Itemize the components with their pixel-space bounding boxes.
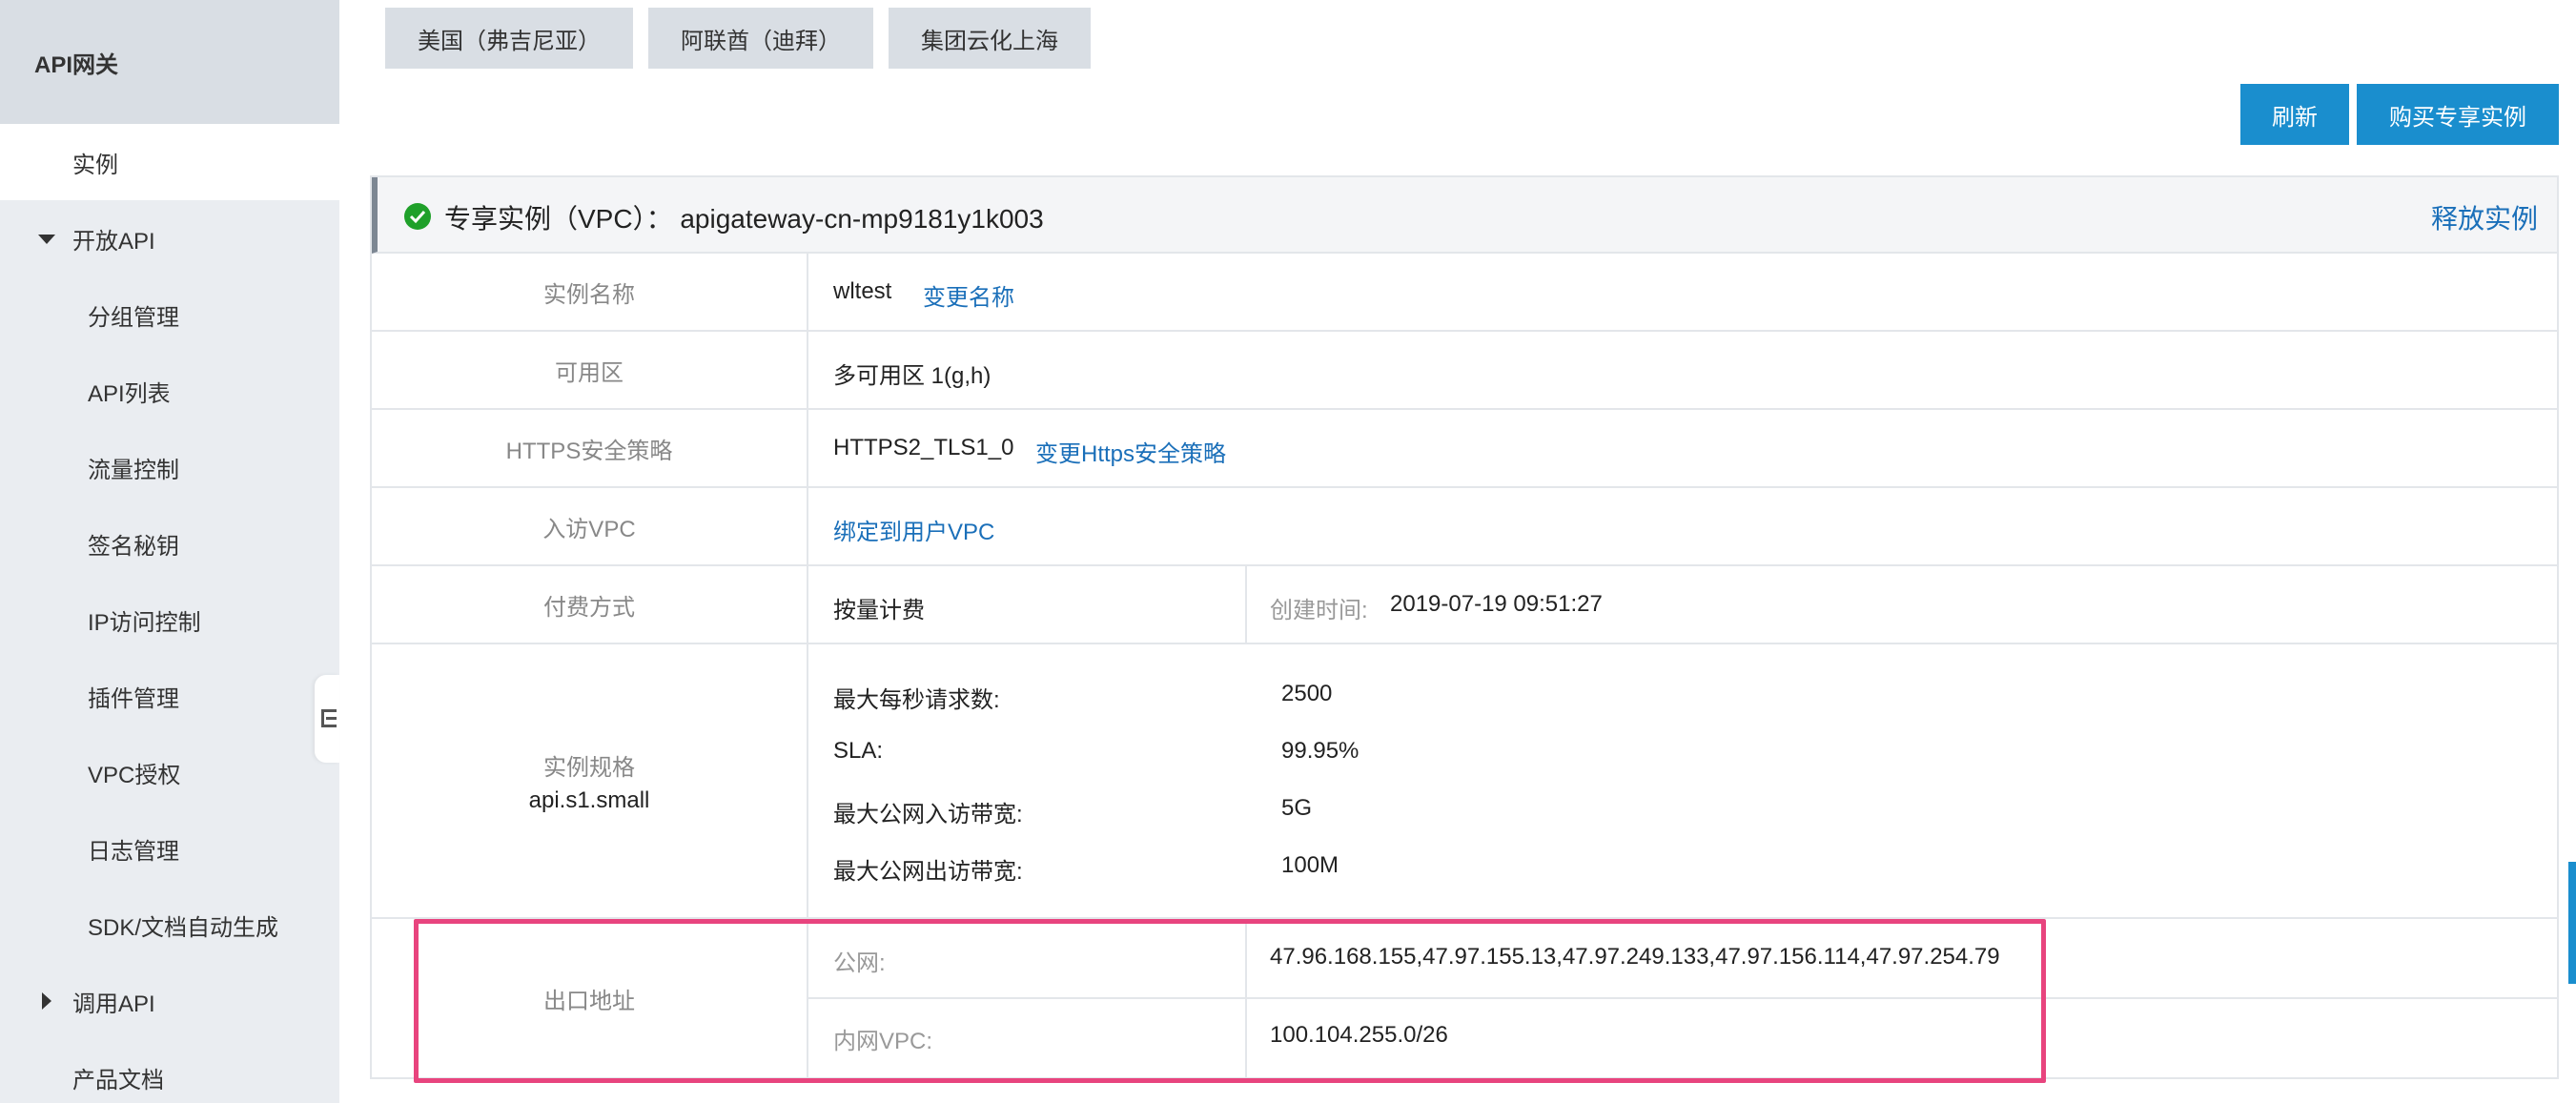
panel-header: 专享实例（VPC）： apigateway-cn-mp9181y1k003 释放… xyxy=(372,177,2557,254)
created-time-value: 2019-07-19 09:51:27 xyxy=(1390,591,1603,617)
instance-spec-value: api.s1.small xyxy=(528,786,650,813)
sidebar-group-open-api[interactable]: 开放API xyxy=(0,200,339,276)
sidebar-title: API网关 xyxy=(0,0,339,124)
change-https-policy-link[interactable]: 变更Https安全策略 xyxy=(1035,435,1226,468)
sidebar-item-instance[interactable]: 实例 xyxy=(0,124,339,200)
label-https-policy: HTTPS安全策略 xyxy=(372,410,808,486)
row-egress-address: 出口地址 公网: 47.96.168.155,47.97.155.13,47.9… xyxy=(372,919,2557,1077)
label-instance-name: 实例名称 xyxy=(372,254,808,330)
sidebar: API网关 实例 开放API 分组管理 API列表 流量控制 签名秘钥 IP访问… xyxy=(0,0,339,1103)
sidebar-item-label: IP访问控制 xyxy=(88,609,201,636)
instance-spec-label: 实例规格 xyxy=(543,754,635,781)
zone-value: 多可用区 1(g,h) xyxy=(833,363,992,389)
sidebar-item-vpc-authorization[interactable]: VPC授权 xyxy=(0,734,339,810)
collapse-icon xyxy=(321,709,337,727)
spec-value: 2500 xyxy=(1281,681,1333,706)
caret-down-icon xyxy=(38,235,55,244)
sidebar-item-label: 插件管理 xyxy=(88,685,179,712)
buy-instance-button[interactable]: 购买专享实例 xyxy=(2357,84,2559,145)
label-inbound-vpc: 入访VPC xyxy=(372,488,808,564)
sidebar-item-label: 分组管理 xyxy=(88,304,179,331)
region-tab-uae-dubai[interactable]: 阿联酋（迪拜） xyxy=(648,8,873,69)
success-check-icon xyxy=(404,203,431,230)
sidebar-item-group-management[interactable]: 分组管理 xyxy=(0,276,339,353)
billing-value: 按量计费 xyxy=(833,598,925,623)
scrollbar-thumb[interactable] xyxy=(2568,862,2576,984)
sidebar-item-label: 产品文档 xyxy=(72,1067,164,1093)
spec-key: SLA: xyxy=(833,738,884,764)
spec-value: 100M xyxy=(1281,852,1339,878)
sidebar-item-product-docs[interactable]: 产品文档 xyxy=(0,1039,339,1103)
rename-link[interactable]: 变更名称 xyxy=(923,278,1014,312)
spec-value: 5G xyxy=(1281,795,1313,821)
bind-user-vpc-link[interactable]: 绑定到用户VPC xyxy=(833,513,994,546)
label-billing: 付费方式 xyxy=(372,566,808,643)
spec-key: 最大每秒请求数: xyxy=(833,687,1000,713)
spec-value: 99.95% xyxy=(1281,738,1360,764)
sidebar-item-label: 实例 xyxy=(72,152,118,178)
spec-key: 最大公网出访带宽: xyxy=(833,859,1023,885)
https-policy-value: HTTPS2_TLS1_0 xyxy=(833,435,1014,460)
caret-right-icon xyxy=(42,992,51,1010)
sidebar-collapse-handle[interactable] xyxy=(315,675,339,763)
region-tab-shanghai[interactable]: 集团云化上海 xyxy=(889,8,1091,69)
instance-title: 专享实例（VPC）： apigateway-cn-mp9181y1k003 xyxy=(444,204,1044,234)
internal-vpc-value: 100.104.255.0/26 xyxy=(1270,1022,1448,1048)
sidebar-group-call-api[interactable]: 调用API xyxy=(0,963,339,1039)
row-billing: 付费方式 按量计费 创建时间: 2019-07-19 09:51:27 xyxy=(372,566,2557,644)
row-instance-spec: 实例规格 api.s1.small 最大每秒请求数: 2500 SLA: 99.… xyxy=(372,644,2557,919)
internal-vpc-label: 内网VPC: xyxy=(833,1029,933,1054)
divider xyxy=(1245,566,1247,643)
spec-key: 最大公网入访带宽: xyxy=(833,802,1023,827)
sidebar-item-label: SDK/文档自动生成 xyxy=(88,914,279,941)
sidebar-item-traffic-control[interactable]: 流量控制 xyxy=(0,429,339,505)
divider xyxy=(808,997,2557,999)
row-https-policy: HTTPS安全策略 HTTPS2_TLS1_0 变更Https安全策略 xyxy=(372,410,2557,488)
label-instance-spec: 实例规格 api.s1.small xyxy=(372,644,808,917)
label-egress-address: 出口地址 xyxy=(372,919,808,1077)
row-inbound-vpc: 入访VPC 绑定到用户VPC xyxy=(372,488,2557,566)
row-instance-name: 实例名称 wltest 变更名称 xyxy=(372,254,2557,332)
sidebar-item-ip-access-control[interactable]: IP访问控制 xyxy=(0,582,339,658)
row-zone: 可用区 多可用区 1(g,h) xyxy=(372,332,2557,410)
refresh-button[interactable]: 刷新 xyxy=(2240,84,2349,145)
release-instance-link[interactable]: 释放实例 xyxy=(2431,198,2538,236)
sidebar-item-label: 签名秘钥 xyxy=(88,533,179,560)
sidebar-item-api-list[interactable]: API列表 xyxy=(0,353,339,429)
sidebar-item-label: 开放API xyxy=(72,228,155,255)
sidebar-item-sdk-docs[interactable]: SDK/文档自动生成 xyxy=(0,887,339,963)
sidebar-item-label: 调用API xyxy=(72,991,155,1017)
region-tab-us-virginia[interactable]: 美国（弗吉尼亚） xyxy=(385,8,633,69)
sidebar-item-signature-keys[interactable]: 签名秘钥 xyxy=(0,505,339,582)
sidebar-item-plugin-management[interactable]: 插件管理 xyxy=(0,658,339,734)
label-zone: 可用区 xyxy=(372,332,808,408)
public-ip-value: 47.96.168.155,47.97.155.13,47.97.249.133… xyxy=(1270,944,2000,970)
sidebar-item-label: 日志管理 xyxy=(88,838,179,865)
instance-panel: 专享实例（VPC）： apigateway-cn-mp9181y1k003 释放… xyxy=(370,175,2559,1079)
sidebar-item-log-management[interactable]: 日志管理 xyxy=(0,810,339,887)
sidebar-item-label: API列表 xyxy=(88,380,171,407)
sidebar-item-label: VPC授权 xyxy=(88,762,181,788)
sidebar-item-label: 流量控制 xyxy=(88,457,179,483)
instance-name-value: wltest xyxy=(833,278,892,304)
public-ip-label: 公网: xyxy=(833,950,886,976)
created-time-label: 创建时间: xyxy=(1270,598,1368,623)
